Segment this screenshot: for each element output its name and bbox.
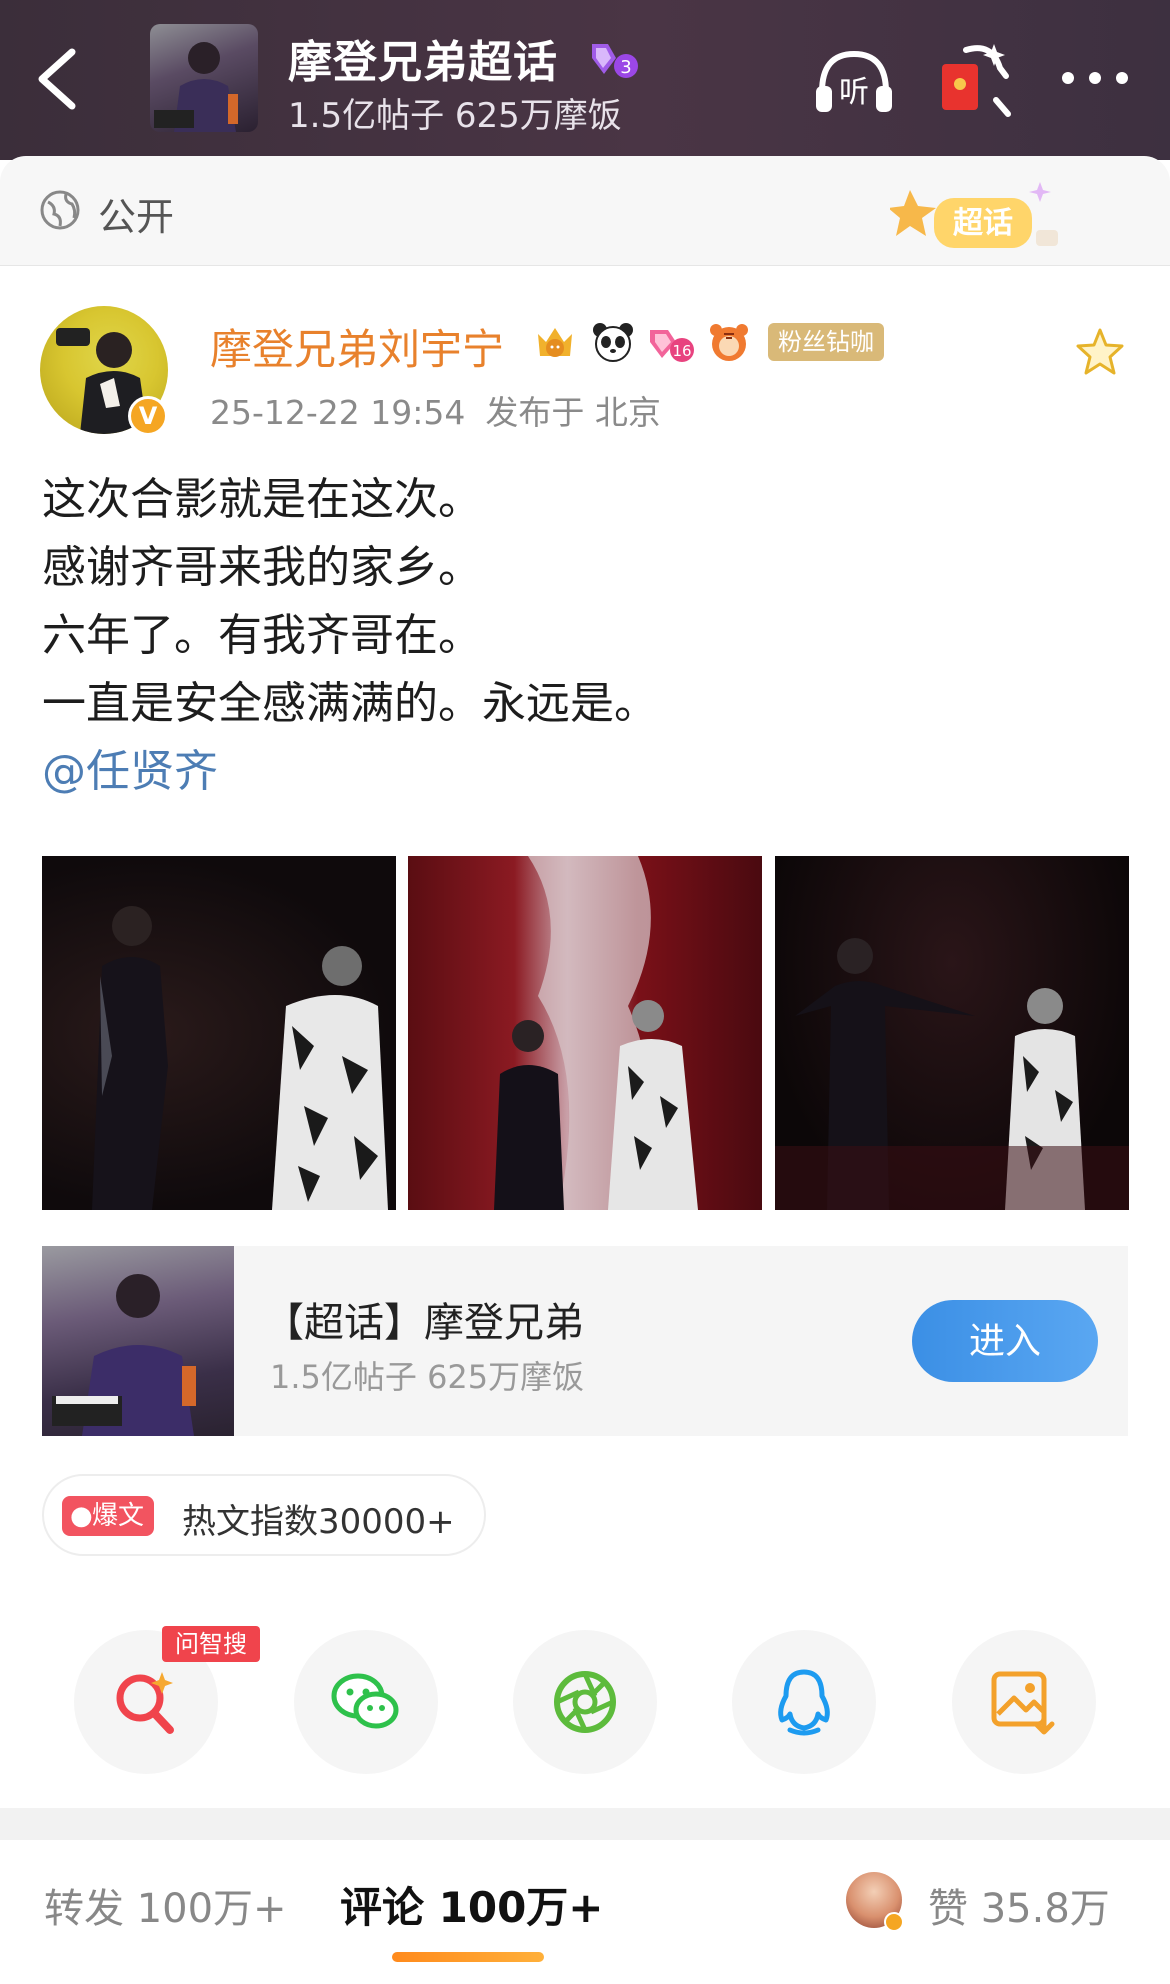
red-packet-icon[interactable]	[936, 40, 1012, 120]
post-line: 六年了。有我齐哥在。	[42, 610, 482, 661]
post-line: 一直是安全感满满的。永远是。	[42, 678, 658, 729]
qq-share-button[interactable]	[732, 1630, 876, 1774]
post-line: 感谢齐哥来我的家乡。	[42, 542, 482, 593]
liker-verified-badge	[884, 1912, 904, 1932]
super-topic-level-badge-icon: 3	[592, 44, 638, 78]
globe-icon	[40, 190, 80, 230]
sticker-text: 超话	[953, 206, 1013, 241]
post-body: 这次合影就是在这次。 感谢齐哥来我的家乡。 六年了。有我齐哥在。 一直是安全感满…	[42, 466, 1132, 806]
member-level: 16	[672, 342, 691, 360]
panda-icon	[593, 323, 633, 362]
topic-stats: 1.5亿帖子 625万摩饭	[288, 96, 622, 136]
post-photo[interactable]	[775, 856, 1129, 1210]
tab-repost[interactable]: 转发 100万+	[44, 1876, 287, 1934]
svg-text:听: 听	[839, 75, 869, 110]
boom-tag-label: 爆文	[92, 1501, 145, 1531]
section-divider	[0, 1808, 1170, 1840]
qq-icon	[778, 1669, 830, 1736]
topic-thumbnail[interactable]	[150, 24, 258, 132]
post-line: 这次合影就是在这次。	[42, 474, 482, 525]
post-photo[interactable]	[42, 856, 396, 1210]
tab-like[interactable]: 赞 35.8万	[928, 1876, 1110, 1934]
super-topic-card-thumbnail	[42, 1246, 234, 1436]
verified-badge: V	[128, 396, 168, 436]
author-badges: 16 粉丝钻咖	[530, 318, 884, 366]
interaction-tab-bar: 转发 100万+ 评论 100万+ 赞 35.8万	[0, 1840, 1170, 1984]
visibility-bar: 公开 超话	[0, 156, 1170, 266]
moments-share-button[interactable]	[513, 1630, 657, 1774]
save-image-button[interactable]	[952, 1630, 1096, 1774]
listen-icon[interactable]: 听	[812, 46, 896, 116]
membership-diamond-icon: 16	[650, 330, 694, 362]
tab-comment[interactable]: 评论 100万+	[340, 1874, 604, 1935]
author-name[interactable]: 摩登兄弟刘宇宁	[210, 316, 504, 377]
topic-header: 摩登兄弟超话 3 1.5亿帖子 625万摩饭 听	[0, 0, 1170, 160]
wechat-share-button[interactable]	[294, 1630, 438, 1774]
post-meta: 25-12-22 19:54 发布于 北京	[210, 386, 661, 434]
wechat-icon	[331, 1673, 399, 1729]
ai-search-icon	[116, 1672, 174, 1734]
moments-icon	[554, 1671, 616, 1733]
post-timestamp: 25-12-22 19:54	[210, 393, 466, 432]
ask-tag: 问智搜	[162, 1626, 260, 1662]
tiger-icon	[710, 324, 748, 361]
hot-index-pill[interactable]: ●爆文 热文指数30000+	[42, 1474, 486, 1556]
save-image-icon	[991, 1671, 1055, 1735]
boom-tag: ●爆文	[62, 1496, 155, 1536]
page-title: 摩登兄弟超话	[288, 37, 558, 88]
visibility-label: 公开	[98, 195, 175, 239]
enter-button[interactable]: 进入	[912, 1300, 1098, 1382]
flame-icon: ●	[70, 1501, 93, 1531]
post-location: 发布于 北京	[485, 393, 661, 432]
favorite-star-icon[interactable]	[1074, 326, 1126, 378]
crown-lion-icon	[538, 328, 572, 357]
back-icon[interactable]	[30, 44, 90, 114]
super-topic-sticker-icon: 超话	[890, 182, 1058, 248]
hot-index-text: 热文指数30000+	[182, 1502, 455, 1542]
more-icon[interactable]	[1058, 58, 1132, 98]
fan-badge: 粉丝钻咖	[768, 323, 884, 361]
level-number: 3	[620, 57, 631, 78]
super-topic-card-stats: 1.5亿帖子 625万摩饭	[270, 1358, 585, 1396]
super-topic-card-title: 【超话】摩登兄弟	[264, 1300, 584, 1346]
super-topic-card[interactable]: 【超话】摩登兄弟 1.5亿帖子 625万摩饭 进入	[42, 1246, 1128, 1436]
mention-link[interactable]: @任贤齐	[42, 738, 1132, 806]
active-tab-indicator	[392, 1952, 544, 1962]
post-photo[interactable]	[408, 856, 762, 1210]
